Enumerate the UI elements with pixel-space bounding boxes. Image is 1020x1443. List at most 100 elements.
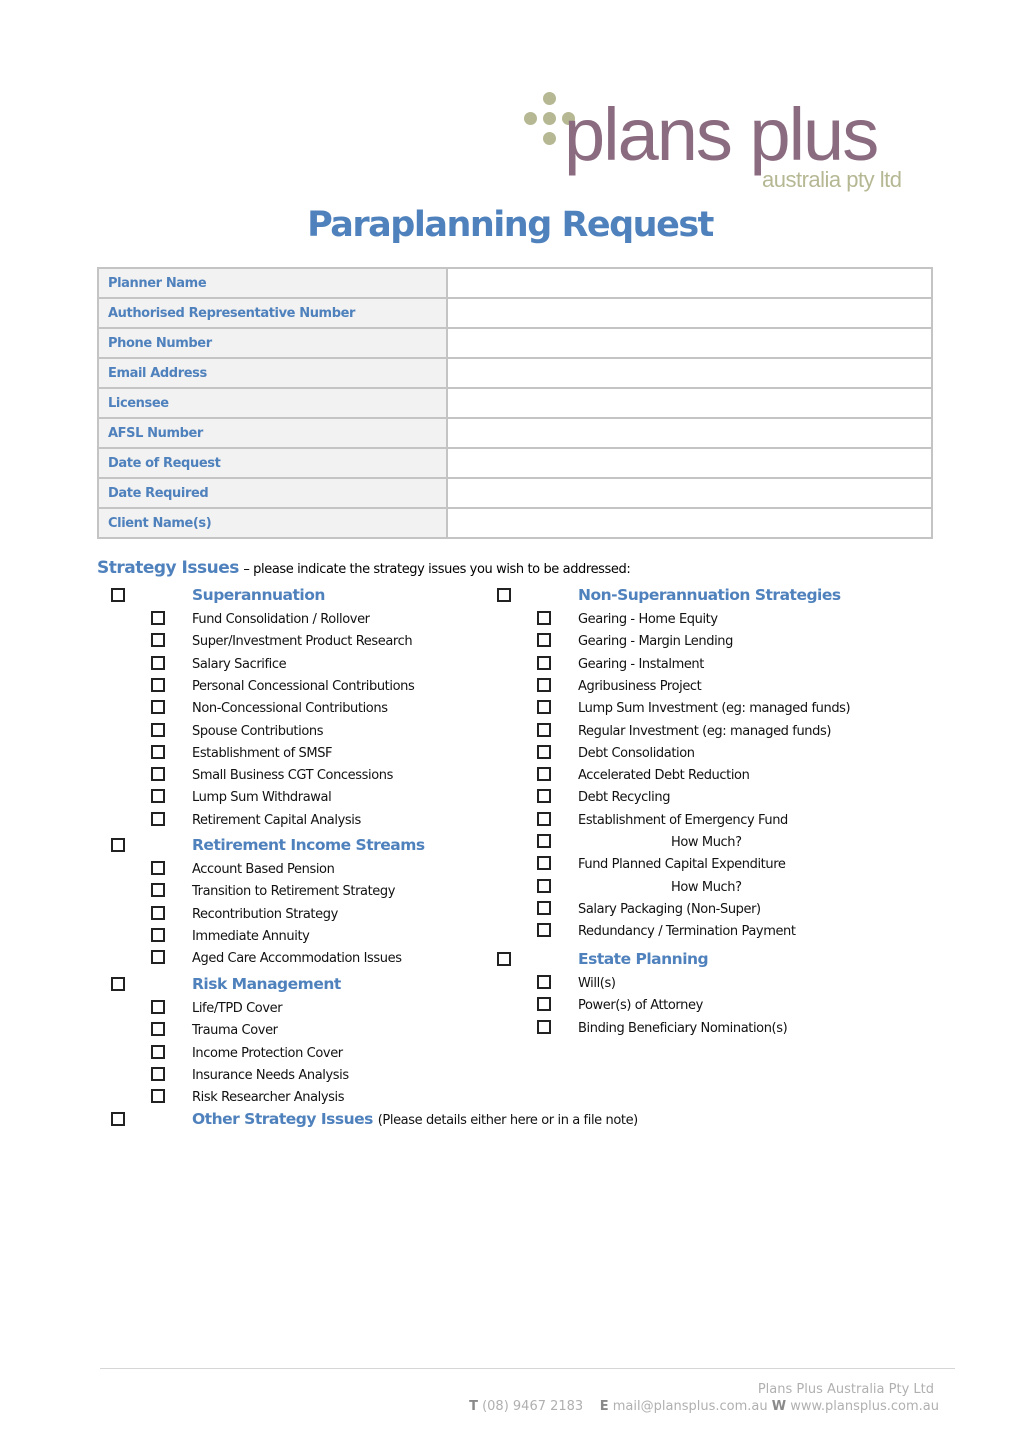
form-row: AFSL Number — [97, 417, 935, 449]
item-checkbox[interactable] — [537, 856, 551, 871]
item-label: Account Based Pension — [192, 862, 335, 877]
item-checkbox[interactable] — [151, 633, 165, 648]
category-label-risk-management: Risk Management — [192, 975, 341, 993]
item-checkbox[interactable] — [537, 1019, 551, 1034]
field-input[interactable] — [448, 329, 935, 357]
item-label: Debt Recycling — [578, 790, 671, 806]
form-row: Planner Name — [97, 267, 935, 299]
page-title: Paraplanning Request — [307, 205, 714, 245]
item-checkbox[interactable] — [537, 923, 551, 938]
item-label: Redundancy / Termination Payment — [578, 924, 796, 940]
field-value-cell — [446, 447, 935, 479]
logo-subtitle: australia pty ltd — [762, 167, 902, 192]
item-label: Risk Researcher Analysis — [192, 1090, 345, 1106]
field-input[interactable] — [448, 269, 935, 297]
item-label: Establishment of SMSF — [192, 745, 333, 761]
field-value-cell — [446, 417, 935, 449]
item-label: Life/TPD Cover — [192, 1001, 283, 1016]
how-much-label: How Much? — [671, 879, 742, 895]
item-checkbox[interactable] — [151, 1066, 165, 1081]
field-input[interactable] — [448, 449, 935, 477]
item-checkbox[interactable] — [151, 789, 165, 804]
item-checkbox[interactable] — [537, 767, 551, 782]
field-input[interactable] — [448, 509, 935, 537]
item-checkbox[interactable] — [537, 900, 551, 915]
footer-website[interactable]: www.plansplus.com.au — [790, 1399, 939, 1414]
category-checkbox-risk-management[interactable] — [111, 977, 125, 991]
field-input[interactable] — [448, 389, 935, 417]
item-checkbox[interactable] — [151, 1089, 165, 1104]
form-row: Authorised Representative Number — [97, 297, 935, 329]
field-input[interactable] — [448, 299, 935, 327]
item-checkbox[interactable] — [151, 927, 165, 942]
field-input[interactable] — [448, 359, 935, 387]
form-row: Phone Number — [97, 327, 935, 359]
item-checkbox[interactable] — [151, 861, 165, 875]
item-checkbox[interactable] — [537, 811, 551, 826]
category-checkbox-estate-planning[interactable] — [497, 952, 511, 966]
item-checkbox[interactable] — [537, 655, 551, 670]
strategy-issues-title: Strategy Issues — [97, 558, 239, 578]
item-checkbox[interactable] — [151, 611, 165, 625]
item-label: Recontribution Strategy — [192, 906, 338, 922]
item-label: Gearing - Instalment — [578, 656, 704, 672]
field-label: AFSL Number — [97, 417, 448, 449]
item-checkbox[interactable] — [151, 905, 165, 920]
item-checkbox[interactable] — [151, 1000, 165, 1014]
footer-contacts: T (08) 9467 2183 E mail@plansplus.com.au… — [469, 1399, 939, 1414]
item-label: Lump Sum Investment (eg: managed funds) — [578, 701, 851, 717]
category-checkbox-other-strategy-issues[interactable] — [111, 1112, 125, 1126]
item-checkbox[interactable] — [537, 975, 551, 989]
item-checkbox[interactable] — [537, 677, 551, 692]
category-checkbox-retirement-income-streams[interactable] — [111, 838, 125, 852]
field-value-cell — [446, 477, 935, 509]
logo-dot-icon — [524, 112, 537, 125]
item-checkbox[interactable] — [151, 1044, 165, 1059]
category-checkbox-superannuation[interactable] — [111, 588, 125, 602]
item-checkbox[interactable] — [151, 1022, 165, 1037]
item-checkbox[interactable] — [151, 950, 165, 965]
item-label: Fund Consolidation / Rollover — [192, 612, 370, 627]
field-input[interactable] — [448, 419, 935, 447]
logo-dot-icon — [543, 132, 556, 145]
footer-divider — [100, 1368, 955, 1369]
item-checkbox[interactable] — [151, 744, 165, 759]
category-note: (Please details either here or in a file… — [377, 1113, 638, 1128]
item-checkbox[interactable] — [537, 611, 551, 625]
item-label: Spouse Contributions — [192, 723, 324, 739]
field-value-cell — [446, 357, 935, 389]
field-label: Licensee — [97, 387, 448, 419]
field-input[interactable] — [448, 479, 935, 507]
category-checkbox-non-superannuation-strategies[interactable] — [497, 588, 511, 602]
item-checkbox[interactable] — [537, 722, 551, 737]
item-checkbox[interactable] — [537, 633, 551, 648]
footer-company-name: Plans Plus Australia Pty Ltd — [757, 1382, 934, 1397]
footer-email[interactable]: mail@plansplus.com.au — [613, 1399, 768, 1414]
item-label: Non-Concessional Contributions — [192, 701, 388, 717]
item-checkbox[interactable] — [537, 878, 551, 893]
item-label: Establishment of Emergency Fund — [578, 812, 788, 828]
form-row: Licensee — [97, 387, 935, 419]
item-label: Regular Investment (eg: managed funds) — [578, 723, 832, 739]
item-checkbox[interactable] — [151, 811, 165, 826]
item-checkbox[interactable] — [151, 883, 165, 898]
item-checkbox[interactable] — [537, 744, 551, 759]
item-checkbox[interactable] — [151, 655, 165, 670]
item-label: Gearing - Home Equity — [578, 612, 718, 627]
item-label: Lump Sum Withdrawal — [192, 790, 332, 806]
item-checkbox[interactable] — [537, 834, 551, 848]
item-checkbox[interactable] — [151, 722, 165, 737]
item-label: Trauma Cover — [192, 1023, 278, 1039]
item-checkbox[interactable] — [151, 700, 165, 715]
strategy-issues-heading: Strategy Issues – please indicate the st… — [97, 558, 631, 578]
field-value-cell — [446, 507, 935, 539]
field-value-cell — [446, 327, 935, 359]
item-checkbox[interactable] — [537, 700, 551, 715]
item-checkbox[interactable] — [151, 677, 165, 692]
item-checkbox[interactable] — [537, 997, 551, 1012]
form-row: Date Required — [97, 477, 935, 509]
item-checkbox[interactable] — [537, 789, 551, 804]
request-details-table: Planner Name Authorised Representative Nu… — [97, 267, 935, 539]
item-label: Personal Concessional Contributions — [192, 678, 415, 694]
item-checkbox[interactable] — [151, 767, 165, 782]
